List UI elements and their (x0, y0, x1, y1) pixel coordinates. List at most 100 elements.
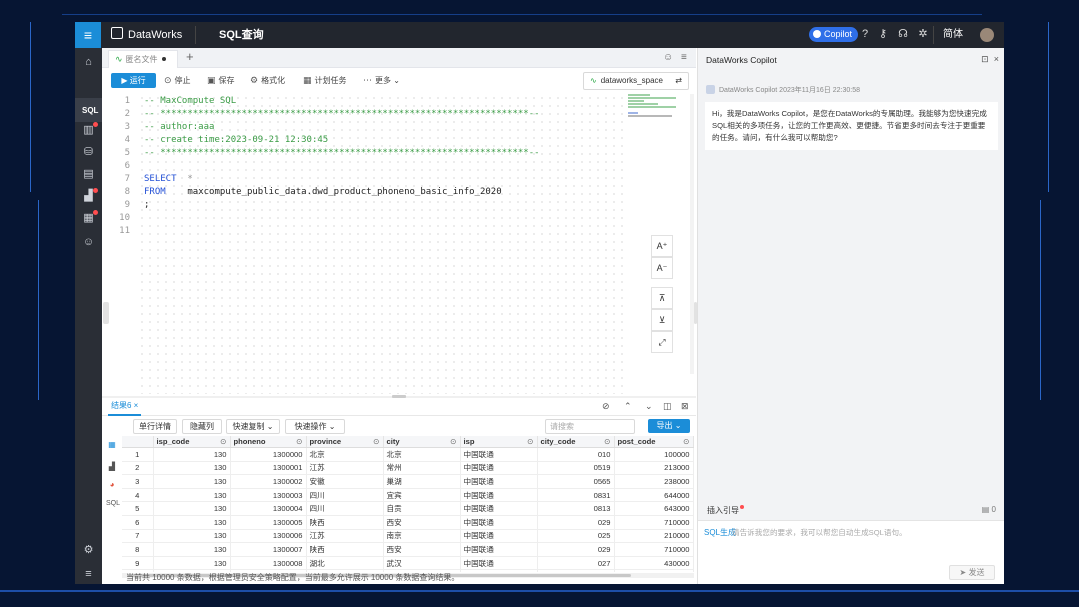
font-increase-button[interactable]: A⁺ (651, 235, 673, 257)
settings-icon[interactable]: ⚙ (82, 544, 95, 557)
table-row[interactable]: 8 130 1300007 陕西 西安 中国联通 029 710000 (122, 542, 694, 557)
column-filter-icon[interactable]: ⊙ (604, 437, 610, 446)
workspace-select[interactable]: ∿ dataworks_space ⇄ (583, 72, 689, 90)
cancel-icon[interactable]: ⊘ (602, 401, 610, 412)
table-cell[interactable]: 1300002 (230, 474, 307, 489)
menu-icon[interactable]: ≡ (75, 22, 101, 48)
column-filter-icon[interactable]: ⊙ (373, 437, 379, 446)
table-cell[interactable]: 北京 (306, 447, 384, 462)
table-cell[interactable]: 710000 (614, 515, 694, 530)
table-cell[interactable]: 430000 (614, 556, 694, 571)
table-cell[interactable]: 130 (153, 501, 231, 516)
code-line[interactable]: FROM maxcompute_public_data.dwd_product_… (144, 187, 502, 197)
font-decrease-button[interactable]: A⁻ (651, 257, 673, 279)
table-cell[interactable]: 100000 (614, 447, 694, 462)
table-cell[interactable]: 130 (153, 515, 231, 530)
copilot-input-area[interactable]: SQL生成 请告诉我您的要求，我可以帮您自动生成SQL语句。 ➤ 发送 (698, 520, 1004, 584)
table-cell[interactable]: 130 (153, 447, 231, 462)
stop-button[interactable]: ⊙ 停止 (164, 73, 191, 88)
schedule-button[interactable]: ▦ 计划任务 (303, 73, 347, 88)
copilot-input[interactable]: 请告诉我您的要求，我可以帮您自动生成SQL语句。 (732, 527, 907, 538)
result-search-input[interactable]: 请搜索 (545, 419, 635, 434)
table-cell[interactable]: 中国联通 (460, 501, 538, 516)
table-cell[interactable]: 130 (153, 556, 231, 571)
save-button[interactable]: ▣ 保存 (207, 73, 235, 88)
code-line[interactable]: SELECT * (144, 174, 193, 184)
table-cell[interactable]: 025 (537, 529, 615, 544)
table-cell[interactable]: 西安 (383, 542, 461, 557)
editor-scrollbar[interactable] (690, 94, 694, 374)
sql-icon[interactable]: SQL (82, 104, 98, 117)
table-cell[interactable]: 陕西 (306, 515, 384, 530)
table-cell[interactable]: 西安 (383, 515, 461, 530)
column-filter-icon[interactable]: ⊙ (683, 437, 689, 446)
table-cell[interactable]: 中国联通 (460, 569, 538, 572)
table-cell[interactable]: 710000 (614, 569, 694, 572)
table-cell[interactable]: 644000 (614, 488, 694, 503)
chevron-down-icon[interactable]: ⌄ (645, 401, 653, 412)
table-cell[interactable]: 中国联通 (460, 515, 538, 530)
table-cell[interactable]: 643000 (614, 501, 694, 516)
export-button[interactable]: 导出 ⌄ (648, 419, 690, 433)
history-count[interactable]: ▤ 0 (982, 505, 996, 514)
expand-icon[interactable]: ⊻ (651, 309, 673, 331)
table-cell[interactable]: 1300008 (230, 556, 307, 571)
table-row[interactable]: 5 130 1300004 四川 自贡 中国联通 0813 643000 (122, 501, 694, 516)
table-cell[interactable]: 027 (537, 556, 615, 571)
table-cell[interactable]: 1300006 (230, 529, 307, 544)
table-view-icon[interactable]: ▦ (106, 440, 118, 449)
table-cell[interactable]: 中国联通 (460, 474, 538, 489)
clear-icon[interactable]: ⊠ (681, 401, 689, 412)
table-cell[interactable]: 1300000 (230, 447, 307, 462)
table-row[interactable]: 7 130 1300006 江苏 南京 中国联通 025 210000 (122, 529, 694, 544)
code-line[interactable]: -- create time:2023-09-21 12:30:45 (144, 135, 328, 145)
table-cell[interactable]: 029 (537, 542, 615, 557)
table-cell[interactable]: 010 (537, 447, 615, 462)
table-cell[interactable]: 中国联通 (460, 542, 538, 557)
table-row[interactable]: 4 130 1300003 四川 宜宾 中国联通 0831 644000 (122, 488, 694, 503)
table-row[interactable]: 3 130 1300002 安徽 巢湖 中国联通 0565 238000 (122, 474, 694, 489)
code-line[interactable]: -- author:aaa (144, 122, 214, 132)
table-cell[interactable]: 0519 (537, 461, 615, 476)
table-cell[interactable]: 中国联通 (460, 529, 538, 544)
column-filter-icon[interactable]: ⊙ (220, 437, 226, 446)
column-header-province[interactable]: ⊙ province (306, 436, 384, 448)
panel-toggle-handle[interactable] (103, 302, 109, 324)
code-editor[interactable]: 1 -- MaxCompute SQL 2 -- ******************… (102, 94, 627, 394)
table-cell[interactable]: 1300001 (230, 461, 307, 476)
smile-icon[interactable]: ☺ (82, 236, 95, 249)
table-cell[interactable]: 宜宾 (383, 488, 461, 503)
column-header-isp-code[interactable]: ⊙ isp_code (153, 436, 231, 448)
table-cell[interactable]: 130 (153, 488, 231, 503)
chevron-up-icon[interactable]: ⌃ (624, 401, 632, 412)
collapse-icon[interactable]: ⊼ (651, 287, 673, 309)
column-header-city[interactable]: ⊙ city (383, 436, 461, 448)
database-icon[interactable]: ⛁ (82, 146, 95, 159)
table-cell[interactable]: 南京 (383, 529, 461, 544)
more-button[interactable]: ⋯ 更多 ⌄ (363, 73, 400, 88)
add-tab-button[interactable]: + (186, 49, 194, 64)
column-header-city-code[interactable]: ⊙ city_code (537, 436, 615, 448)
tab-result[interactable]: 结果6 × (108, 398, 142, 416)
code-line[interactable]: -- MaxCompute SQL (144, 96, 236, 106)
clear-icon[interactable]: ⊡ (981, 54, 989, 64)
split-view-icon[interactable]: ◫ (663, 401, 672, 412)
table-cell[interactable]: 130 (153, 461, 231, 476)
table-cell[interactable]: 130 (153, 474, 231, 489)
smile-icon[interactable]: ☺ (663, 52, 673, 63)
close-icon[interactable]: × (994, 54, 999, 64)
code-line[interactable]: -- *************************************… (144, 109, 540, 119)
fullscreen-icon[interactable]: ⤢ (651, 331, 673, 353)
table-cell[interactable]: 自贡 (383, 501, 461, 516)
bar-chart-icon[interactable]: ▟ (106, 462, 118, 471)
table-cell[interactable]: 江苏 (306, 461, 384, 476)
brand[interactable]: DataWorks (111, 22, 182, 48)
table-cell[interactable]: 0813 (537, 501, 615, 516)
table-cell[interactable]: 安徽 (306, 474, 384, 489)
language-switch[interactable]: 简体 (943, 22, 963, 48)
table-cell[interactable]: 湖北 (306, 556, 384, 571)
table-cell[interactable]: 中国联通 (460, 556, 538, 571)
copilot-button[interactable]: Copilot (809, 27, 859, 42)
table-cell[interactable]: 江苏 (306, 529, 384, 544)
menu-icon[interactable]: ≡ (82, 568, 95, 581)
